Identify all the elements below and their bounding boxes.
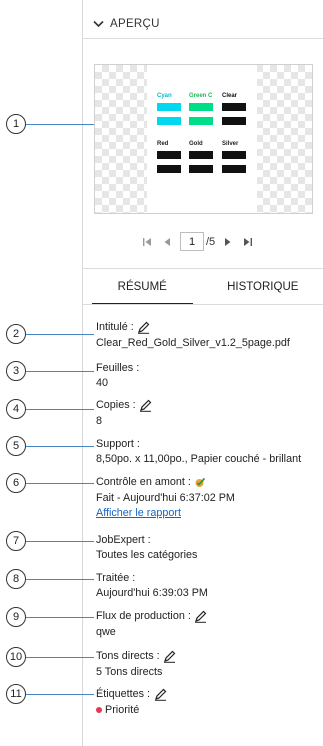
preflight-value: Fait - Aujourd'hui 6:37:02 PM — [96, 492, 235, 504]
media-value: 8,50po. x 11,00po., Papier couché - bril… — [96, 453, 302, 465]
callout-9: 9 — [6, 607, 26, 627]
leader-line-2 — [26, 334, 94, 335]
swatch-green-2 — [189, 117, 213, 125]
spot-value: 5 Tons directs — [96, 666, 163, 678]
title-label: Intitulé : — [96, 321, 134, 333]
leader-line-10 — [26, 657, 94, 658]
swatch-gold-1 — [189, 151, 213, 159]
spot-label: Tons directs : — [96, 650, 160, 662]
labels-value: Priorité — [105, 704, 140, 716]
field-media: Support : 8,50po. x 11,00po., Papier cou… — [96, 438, 301, 465]
edit-labels-pencil-icon[interactable] — [153, 687, 167, 701]
processed-value: Aujourd'hui 6:39:03 PM — [96, 587, 208, 599]
jobexpert-value: Toutes les catégories — [96, 549, 198, 561]
field-workflow: Flux de production : qwe — [96, 609, 208, 638]
callout-11: 11 — [6, 684, 26, 704]
copies-label: Copies : — [96, 399, 136, 411]
edit-copies-pencil-icon[interactable] — [139, 398, 153, 412]
media-label: Support : — [96, 438, 140, 450]
swatch-label-red: Red — [157, 141, 169, 147]
first-page-icon[interactable] — [140, 235, 154, 249]
swatch-cyan-2 — [157, 117, 181, 125]
leader-line-5 — [26, 446, 94, 447]
swatch-silver-1 — [222, 151, 246, 159]
priority-dot-icon — [96, 707, 102, 714]
swatch-silver-2 — [222, 165, 246, 173]
field-processed: Traitée : Aujourd'hui 6:39:03 PM — [96, 572, 208, 599]
callout-6: 6 — [6, 473, 26, 493]
leader-line-6 — [26, 483, 94, 484]
workflow-value: qwe — [96, 626, 116, 638]
leader-line-9 — [26, 617, 94, 618]
field-spot-colors: Tons directs : 5 Tons directs — [96, 649, 177, 678]
sheets-value: 40 — [96, 377, 109, 389]
edit-spot-pencil-icon[interactable] — [163, 649, 177, 663]
edit-title-pencil-icon[interactable] — [137, 320, 151, 334]
workflow-label: Flux de production : — [96, 610, 191, 622]
title-value: Clear_Red_Gold_Silver_v1.2_5page.pdf — [96, 337, 290, 349]
jobexpert-label: JobExpert : — [96, 534, 151, 546]
swatch-red-1 — [157, 151, 181, 159]
callout-7: 7 — [6, 531, 26, 551]
swatch-red-2 — [157, 165, 181, 173]
field-preflight: Contrôle en amont : Fait - Aujourd'hui 6… — [96, 475, 235, 519]
field-labels: Étiquettes : Priorité — [96, 687, 167, 716]
preview-section-header[interactable]: APERÇU — [82, 10, 323, 39]
leader-line-3 — [26, 371, 94, 372]
swatch-cyan-1 — [157, 103, 181, 111]
page-preview: Cyan Green C Clear Red Gold Silver — [94, 64, 313, 214]
swatch-label-clear: Clear — [222, 93, 238, 99]
callout-3: 3 — [6, 361, 26, 381]
tab-divider — [82, 304, 323, 305]
callout-8: 8 — [6, 569, 26, 589]
swatch-clear-2 — [222, 117, 246, 125]
preflight-label: Contrôle en amont : — [96, 476, 191, 488]
field-title: Intitulé : Clear_Red_Gold_Silver_v1.2_5p… — [96, 320, 290, 349]
swatch-gold-2 — [189, 165, 213, 173]
section-title: APERÇU — [110, 18, 160, 30]
leader-line-7 — [26, 541, 94, 542]
leader-line-11 — [26, 694, 94, 695]
callout-2: 2 — [6, 324, 26, 344]
callout-10: 10 — [6, 647, 26, 667]
labels-label: Étiquettes : — [96, 688, 151, 700]
preflight-status-icon — [194, 475, 208, 489]
tab-historique[interactable]: HISTORIQUE — [203, 269, 323, 305]
field-copies: Copies : 8 — [96, 398, 153, 427]
swatch-label-silver: Silver — [222, 141, 239, 147]
callout-1: 1 — [6, 114, 26, 134]
processed-label: Traitée : — [96, 572, 136, 584]
view-report-link[interactable]: Afficher le rapport — [96, 507, 235, 519]
detail-tabs: RÉSUMÉ HISTORIQUE — [82, 268, 323, 305]
swatch-label-cyan: Cyan — [157, 93, 172, 99]
prev-page-icon[interactable] — [160, 235, 174, 249]
sheets-label: Feuilles : — [96, 362, 140, 374]
leader-line-8 — [26, 579, 94, 580]
swatch-label-gold: Gold — [189, 141, 203, 147]
leader-line-1 — [26, 124, 94, 125]
panel-divider — [82, 0, 83, 746]
field-sheets: Feuilles : 40 — [96, 362, 139, 389]
page-number-input[interactable]: 1 — [180, 232, 204, 251]
chevron-down-icon[interactable] — [92, 18, 104, 30]
swatch-clear-1 — [222, 103, 246, 111]
preview-page: Cyan Green C Clear Red Gold Silver — [147, 65, 257, 213]
last-page-icon[interactable] — [241, 235, 255, 249]
swatch-label-green: Green C — [189, 93, 213, 99]
page-navigator: 1 /5 — [140, 232, 255, 251]
callout-4: 4 — [6, 399, 26, 419]
page-total: /5 — [206, 235, 216, 248]
swatch-green-1 — [189, 103, 213, 111]
next-page-icon[interactable] — [221, 235, 235, 249]
leader-line-4 — [26, 409, 94, 410]
callout-5: 5 — [6, 436, 26, 456]
tab-resume[interactable]: RÉSUMÉ — [82, 269, 203, 305]
copies-value: 8 — [96, 415, 103, 427]
edit-workflow-pencil-icon[interactable] — [194, 609, 208, 623]
field-jobexpert: JobExpert : Toutes les catégories — [96, 534, 197, 561]
